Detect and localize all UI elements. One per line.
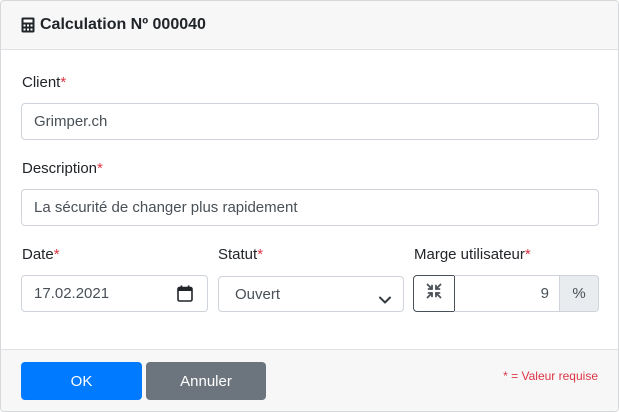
cancel-button-label: Annuler: [180, 372, 232, 390]
date-input-value: 17.02.2021: [34, 285, 110, 302]
status-label: Statut*: [218, 246, 263, 263]
required-mark: *: [257, 246, 264, 263]
description-input[interactable]: La sécurité de changer plus rapidement: [21, 189, 599, 226]
margin-input-value: 9: [540, 285, 549, 302]
description-label-text: Description: [22, 160, 98, 177]
status-select-value: Ouvert: [235, 285, 281, 303]
calculator-icon: [21, 17, 35, 33]
compress-icon: [426, 283, 442, 304]
dialog-footer: OK Annuler * = Valeur requise: [1, 349, 618, 411]
status-label-text: Statut: [218, 246, 258, 263]
required-mark: *: [53, 246, 60, 263]
date-label-text: Date: [22, 246, 54, 263]
margin-input[interactable]: 9: [454, 275, 560, 312]
required-mark: *: [524, 246, 531, 263]
compress-button[interactable]: [413, 275, 455, 312]
client-label: Client*: [22, 74, 66, 91]
status-select[interactable]: Ouvert: [218, 276, 404, 312]
required-mark: *: [60, 74, 67, 91]
calculation-dialog: Calculation Nº 000040 Client* Grimper.ch…: [0, 0, 619, 412]
description-label: Description*: [22, 160, 103, 177]
dialog-header: Calculation Nº 000040: [1, 1, 618, 50]
client-label-text: Client: [22, 74, 61, 91]
required-mark: *: [97, 160, 103, 177]
percent-addon-text: %: [572, 285, 586, 302]
cancel-button[interactable]: Annuler: [146, 362, 266, 400]
dialog-title: Calculation Nº 000040: [40, 16, 206, 33]
margin-input-group: 9 %: [413, 275, 599, 312]
calendar-icon[interactable]: [177, 285, 193, 302]
percent-addon: %: [560, 275, 599, 312]
date-label: Date*: [22, 246, 60, 263]
chevron-down-icon: [379, 291, 391, 304]
margin-label-text: Marge utilisateur: [414, 246, 525, 263]
client-input[interactable]: Grimper.ch: [21, 103, 599, 140]
margin-label: Marge utilisateur*: [414, 246, 531, 263]
ok-button-label: OK: [70, 372, 93, 390]
ok-button[interactable]: OK: [21, 362, 142, 400]
description-input-value: La sécurité de changer plus rapidement: [34, 199, 298, 216]
date-input[interactable]: 17.02.2021: [21, 275, 208, 312]
client-input-value: Grimper.ch: [34, 113, 108, 130]
required-footnote: * = Valeur requise: [503, 369, 598, 383]
